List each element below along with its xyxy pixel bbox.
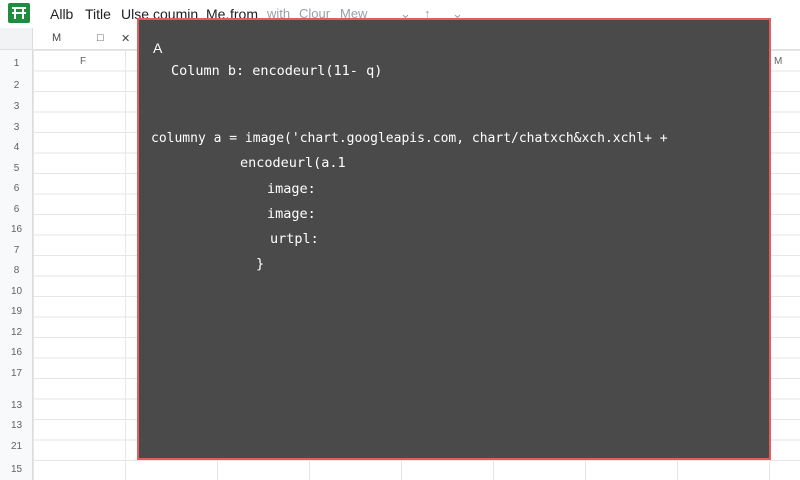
code-line: Column b: encodeurl(11- q)	[171, 63, 383, 79]
cell-reference[interactable]: M	[52, 32, 61, 44]
row-header[interactable]: 7	[0, 241, 33, 261]
row-header[interactable]: 13	[0, 396, 33, 416]
column-letter-m: M	[774, 56, 783, 67]
code-line: image:	[267, 181, 316, 197]
row-header[interactable]: 21	[0, 437, 33, 457]
menu-item-title[interactable]: Title	[85, 6, 111, 22]
column-letter-f: F	[80, 56, 87, 67]
row-header[interactable]: 8	[0, 261, 33, 281]
select-all-corner[interactable]	[0, 28, 33, 49]
row-header[interactable]: 3	[0, 118, 33, 138]
code-overlay-panel: A Column b: encodeurl(11- q) columny a =…	[137, 18, 771, 460]
code-line: urtpl:	[270, 231, 319, 247]
row-header[interactable]: 3	[0, 97, 33, 117]
row-header[interactable]: 4	[0, 138, 33, 158]
code-line: }	[256, 256, 265, 272]
row-header[interactable]: 12	[0, 323, 33, 343]
row-header[interactable]: 16	[0, 220, 33, 240]
code-line: image:	[267, 206, 316, 222]
row-header[interactable]: 16	[0, 343, 33, 363]
panel-heading: A	[153, 40, 163, 56]
spreadsheet-app: Allb Title Ulse coumin Me. from with Clo…	[0, 0, 800, 480]
sheets-logo-icon[interactable]	[8, 3, 30, 23]
row-header[interactable]: 17	[0, 364, 33, 384]
row-headers: 1 2 3 3 4 5 6 6 16 7 8 10 19 12 16 17 13…	[0, 50, 33, 480]
row-header[interactable]: 19	[0, 302, 33, 322]
menu-item-allb[interactable]: Allb	[50, 6, 73, 22]
row-header[interactable]: 1	[0, 54, 33, 74]
row-header[interactable]: 2	[0, 76, 33, 96]
row-header[interactable]: 6	[0, 179, 33, 199]
row-header[interactable]: 10	[0, 282, 33, 302]
row-header[interactable]: 13	[0, 416, 33, 436]
code-line: columny a = image('chart.googleapis.com,…	[151, 131, 668, 146]
row-header[interactable]: 6	[0, 200, 33, 220]
close-icon[interactable]: ✕	[121, 32, 130, 45]
expand-icon[interactable]: □	[97, 32, 104, 44]
row-header[interactable]: 5	[0, 159, 33, 179]
code-line: encodeurl(a.1	[240, 155, 346, 171]
row-header[interactable]: 15	[0, 460, 33, 480]
